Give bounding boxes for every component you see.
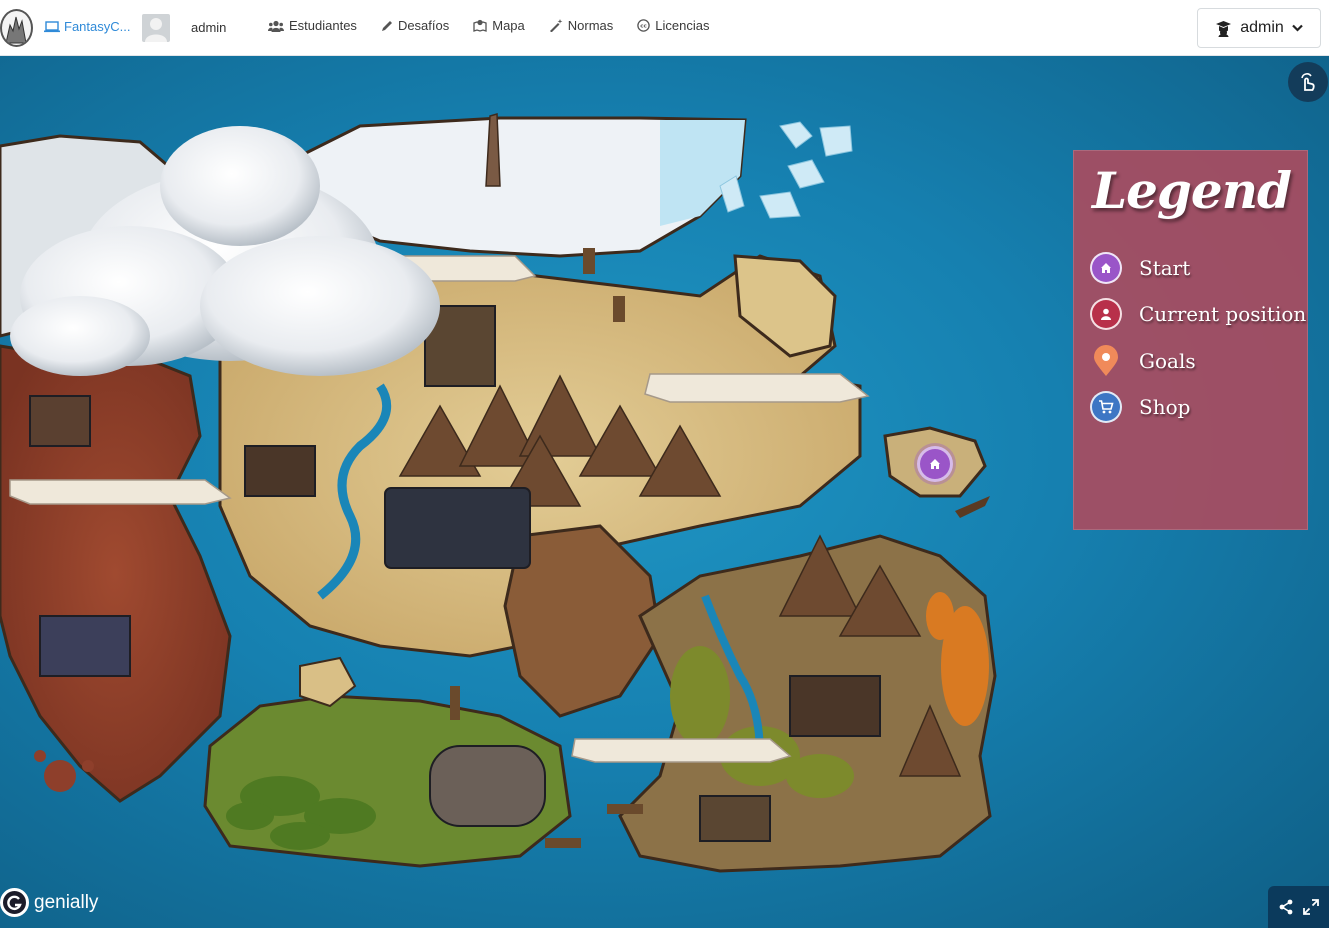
nav-label: Licencias — [655, 18, 710, 33]
main-nav: Estudiantes Desafíos Mapa Normas cc Lice… — [268, 18, 710, 33]
legend-item-goals: Goals — [1090, 345, 1196, 377]
pen-icon — [381, 20, 392, 31]
users-icon — [268, 20, 284, 32]
chevron-down-icon — [1292, 24, 1303, 32]
corner-controls — [1268, 886, 1329, 928]
top-navbar: FantasyC... admin Estudiantes Desafíos M… — [0, 0, 1329, 56]
user-menu-label: admin — [1240, 19, 1284, 36]
legend-panel: Legend Start Current position Goals Shop — [1073, 150, 1308, 530]
legend-label: Start — [1139, 256, 1191, 280]
home-icon — [1090, 252, 1122, 284]
legend-label: Goals — [1139, 349, 1196, 373]
legend-item-shop: Shop — [1090, 391, 1190, 423]
hand-pointer-icon — [1301, 73, 1315, 91]
nav-label: Normas — [567, 18, 614, 33]
fullscreen-icon[interactable] — [1302, 899, 1319, 915]
graduation-cap-icon — [1216, 20, 1232, 37]
nav-item-desafios[interactable]: Desafíos — [381, 18, 449, 33]
start-marker[interactable] — [917, 446, 953, 482]
nav-label: Mapa — [492, 18, 525, 33]
user-menu-button[interactable]: admin — [1197, 8, 1321, 48]
svg-text:cc: cc — [641, 24, 648, 30]
nav-item-mapa[interactable]: Mapa — [473, 18, 525, 33]
magic-wand-icon — [549, 19, 563, 32]
nav-item-estudiantes[interactable]: Estudiantes — [268, 18, 357, 33]
brand-label: FantasyC... — [64, 19, 131, 34]
genially-label: genially — [34, 891, 99, 913]
laptop-icon — [44, 20, 60, 32]
touch-toggle-button[interactable] — [1288, 62, 1328, 102]
home-icon — [930, 459, 940, 469]
location-pin-icon — [1090, 345, 1122, 377]
fantasy-map[interactable]: Legend Start Current position Goals Shop — [0, 56, 1329, 928]
genially-logo[interactable]: genially — [0, 888, 98, 917]
nav-item-licencias[interactable]: cc Licencias — [637, 18, 710, 33]
username[interactable]: admin — [191, 20, 226, 35]
brand-link[interactable]: FantasyC... — [44, 19, 130, 34]
share-icon[interactable] — [1278, 899, 1294, 915]
person-icon — [1090, 298, 1122, 330]
legend-label: Current position — [1139, 302, 1307, 326]
nav-label: Desafíos — [397, 18, 450, 33]
legend-item-current-position: Current position — [1090, 298, 1306, 330]
genially-g-icon — [0, 888, 29, 917]
legend-label: Shop — [1139, 395, 1191, 419]
map-icon — [473, 19, 487, 32]
legend-title: Legend — [1091, 161, 1292, 220]
nav-item-normas[interactable]: Normas — [549, 18, 614, 33]
cart-icon — [1090, 391, 1122, 423]
legend-item-start: Start — [1090, 252, 1190, 284]
app-logo[interactable] — [0, 9, 33, 47]
creative-commons-icon: cc — [637, 19, 651, 32]
nav-label: Estudiantes — [289, 18, 357, 33]
avatar[interactable] — [142, 14, 170, 42]
